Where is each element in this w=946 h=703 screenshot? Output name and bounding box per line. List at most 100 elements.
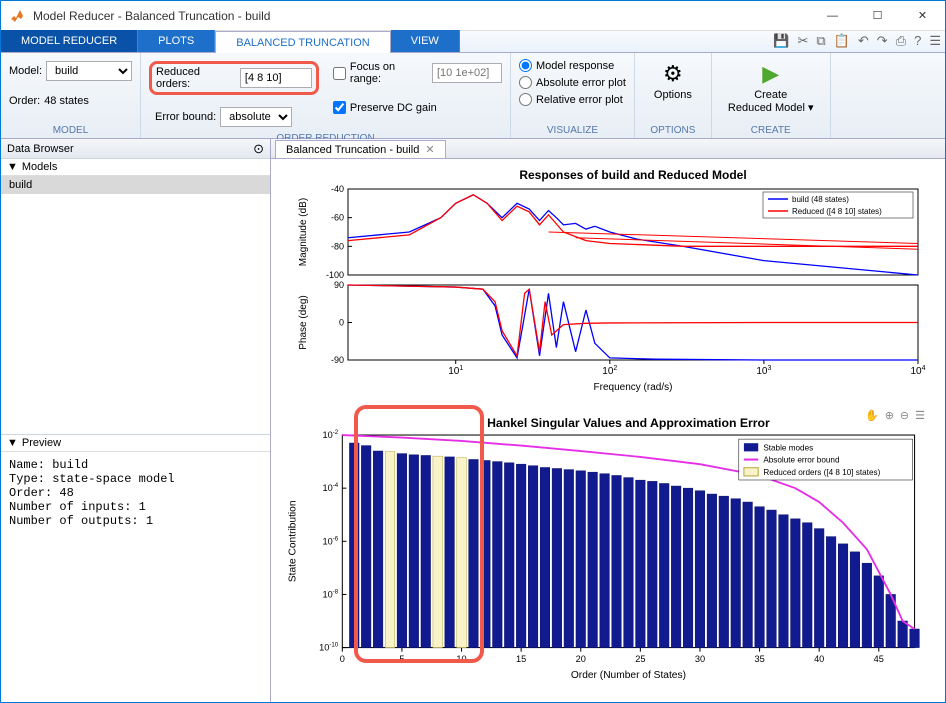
svg-text:Order (Number of States): Order (Number of States) [571,670,686,681]
svg-text:-100: -100 [326,270,344,280]
bode-plot: Responses of build and Reduced Model -100… [281,165,935,405]
create-label: CreateReduced Model ▾ [728,89,814,115]
print-icon[interactable]: ⎙ [896,33,906,49]
gear-icon: ⚙ [663,61,683,87]
ribbon-tab-strip: MODEL REDUCER PLOTS BALANCED TRUNCATION … [1,31,945,53]
reduced-orders-input[interactable] [240,68,312,88]
rel-error-label: Relative error plot [536,94,623,106]
window-title: Model Reducer - Balanced Truncation - bu… [33,9,810,23]
reduced-orders-highlight: Reduced orders: [149,61,319,95]
svg-text:Hankel Singular Values and App: Hankel Singular Values and Approximation… [487,416,770,430]
svg-text:Reduced ([4 8 10] states): Reduced ([4 8 10] states) [792,207,882,216]
svg-text:-80: -80 [331,241,344,251]
help-icon[interactable]: ? [914,33,921,49]
focus-range-check[interactable] [333,67,346,80]
model-select[interactable]: build [46,61,132,81]
toolstrip: Model: build Order: 48 states MODEL Redu… [1,53,945,139]
matlab-icon [9,8,25,24]
redo-icon[interactable]: ↷ [877,33,888,49]
options-group-label: OPTIONS [643,123,703,138]
maximize-button[interactable]: ☐ [855,1,900,31]
svg-text:25: 25 [635,654,645,664]
zoom-out-icon[interactable]: ⊖ [900,409,909,422]
svg-text:State Contribution: State Contribution [287,500,298,582]
order-label: Order: [9,95,40,107]
svg-text:20: 20 [576,654,586,664]
plot-tab[interactable]: Balanced Truncation - build ✕ [275,140,446,158]
model-list-item[interactable]: build [1,176,270,194]
titlebar: Model Reducer - Balanced Truncation - bu… [1,1,945,31]
dropdown-icon: ▼ [7,161,18,173]
focus-range-input [432,63,502,83]
svg-text:-40: -40 [331,184,344,194]
tab-balanced-truncation[interactable]: BALANCED TRUNCATION [215,31,390,53]
svg-text:101: 101 [448,365,463,377]
svg-text:10-4: 10-4 [323,482,339,493]
play-icon: ▶ [762,61,779,87]
cut-icon[interactable]: ✂ [798,33,809,49]
tab-plots[interactable]: PLOTS [138,30,215,52]
preserve-dc-label: Preserve DC gain [350,102,437,114]
model-label: Model: [9,65,42,77]
preview-section-header[interactable]: ▼ Preview [1,435,270,452]
svg-text:-60: -60 [331,213,344,223]
svg-text:5: 5 [399,654,404,664]
hsv-plot: Hankel Singular Values and Approximation… [281,405,935,696]
svg-text:build (48 states): build (48 states) [792,195,849,204]
copy-icon[interactable]: ⧉ [816,33,825,49]
data-browser: Data Browser ⊙ ▼ Models build ▼ Preview … [1,139,271,702]
menu-icon[interactable]: ☰ [915,409,925,422]
svg-text:0: 0 [340,654,345,664]
undo-icon[interactable]: ↶ [858,33,869,49]
abs-error-radio[interactable] [519,76,532,89]
svg-text:Absolute error bound: Absolute error bound [763,456,840,465]
error-bound-select[interactable]: absolute [220,107,292,127]
pan-icon[interactable]: ✋ [865,409,879,422]
data-browser-collapse-icon[interactable]: ⊙ [253,141,264,157]
create-reduced-model-button[interactable]: ▶ CreateReduced Model ▾ [720,57,822,119]
svg-text:10-10: 10-10 [319,642,339,653]
svg-text:Frequency (rad/s): Frequency (rad/s) [594,382,673,393]
close-button[interactable]: ✕ [900,1,945,31]
rel-error-radio[interactable] [519,93,532,106]
models-section-header[interactable]: ▼ Models [1,159,270,176]
model-response-radio[interactable] [519,59,532,72]
abs-error-label: Absolute error plot [536,77,626,89]
visualize-group-label: VISUALIZE [519,123,626,138]
models-header-label: Models [22,161,57,173]
svg-text:102: 102 [602,365,617,377]
tab-view[interactable]: VIEW [391,30,460,52]
paste-icon[interactable]: 📋 [834,33,850,49]
svg-text:0: 0 [339,318,344,328]
svg-text:Phase (deg): Phase (deg) [298,295,309,349]
data-browser-title: Data Browser [7,143,74,155]
zoom-in-icon[interactable]: ⊕ [885,409,894,422]
svg-text:90: 90 [334,280,344,290]
svg-text:15: 15 [516,654,526,664]
options-button[interactable]: ⚙ Options [643,57,703,105]
model-response-label: Model response [536,60,614,72]
svg-text:Stable modes: Stable modes [763,443,813,452]
svg-text:40: 40 [814,654,824,664]
svg-text:45: 45 [874,654,884,664]
tab-model-reducer[interactable]: MODEL REDUCER [1,30,138,52]
menu-icon[interactable]: ☰ [929,33,941,49]
svg-text:104: 104 [910,365,925,377]
focus-range-label: Focus on range: [350,61,428,85]
svg-text:10-6: 10-6 [323,535,339,546]
options-label: Options [654,89,692,101]
svg-text:35: 35 [754,654,764,664]
svg-text:Magnitude (dB): Magnitude (dB) [298,198,309,266]
create-group-label: CREATE [720,123,822,138]
svg-text:103: 103 [756,365,771,377]
tab-close-icon[interactable]: ✕ [425,143,434,156]
save-icon[interactable]: 💾 [773,33,789,49]
svg-text:Reduced orders ([4 8 10] state: Reduced orders ([4 8 10] states) [763,468,880,477]
svg-text:Responses of build and Reduced: Responses of build and Reduced Model [519,168,746,182]
preserve-dc-check[interactable] [333,101,346,114]
preview-header-label: Preview [22,437,61,449]
error-bound-label: Error bound: [155,111,216,123]
order-value: 48 states [44,95,89,107]
minimize-button[interactable]: — [810,1,855,31]
svg-text:-90: -90 [331,355,344,365]
